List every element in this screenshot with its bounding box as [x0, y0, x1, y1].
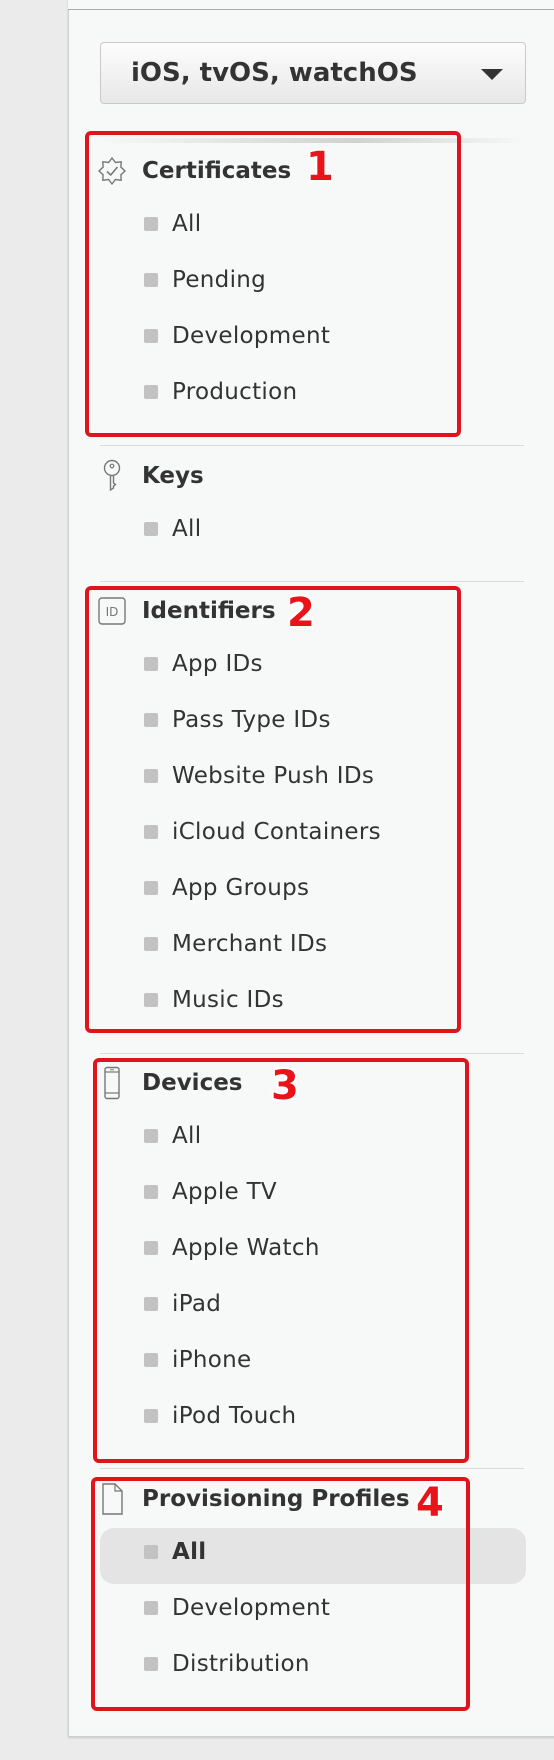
callout-number-3: 3 [271, 1063, 299, 1109]
nav-item-label: All [172, 516, 202, 542]
top-border [68, 0, 554, 10]
callout-box-4 [91, 1477, 470, 1711]
key-icon [96, 459, 128, 492]
keys-item-all[interactable]: All [144, 516, 201, 542]
bullet [144, 522, 158, 536]
callout-number-1: 1 [306, 144, 334, 190]
callout-number-2: 2 [287, 590, 315, 636]
platform-dropdown[interactable]: iOS, tvOS, watchOS [100, 42, 526, 104]
section-keys[interactable]: Keys [96, 459, 204, 492]
platform-selected-value: iOS, tvOS, watchOS [131, 58, 418, 88]
section-title: Keys [142, 463, 204, 489]
divider [100, 1053, 524, 1054]
divider [100, 581, 524, 582]
divider [100, 1468, 524, 1469]
callout-box-2 [85, 586, 461, 1033]
callout-box-1 [85, 131, 461, 437]
callout-number-4: 4 [416, 1480, 444, 1526]
chevron-down-icon [481, 69, 503, 80]
divider [100, 445, 524, 446]
callout-box-3 [93, 1058, 469, 1463]
